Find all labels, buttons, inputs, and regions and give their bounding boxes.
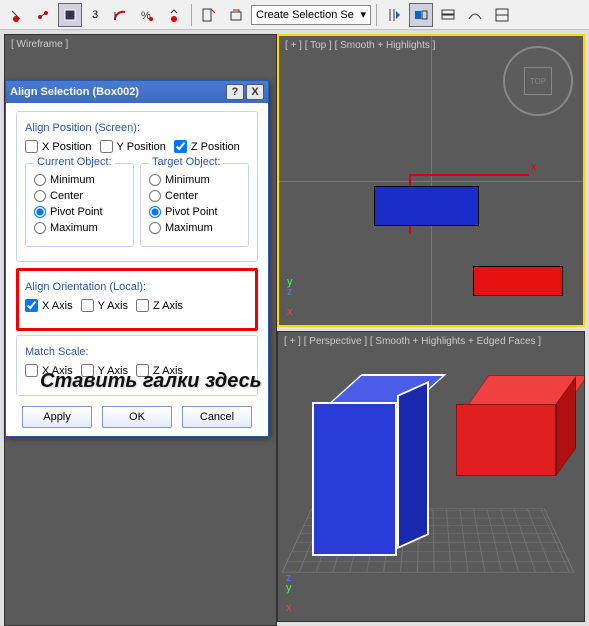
align-position-label: Align Position (Screen): <box>25 122 249 134</box>
viewport-left-label: [ Wireframe ] <box>11 39 68 50</box>
chevron-down-icon: ▾ <box>360 8 366 21</box>
layer-manager-icon[interactable] <box>436 3 460 27</box>
viewport-perspective[interactable]: [ + ] [ Perspective ] [ Smooth + Highlig… <box>277 331 585 622</box>
current-pivot-radio[interactable]: Pivot Point <box>34 206 125 218</box>
viewport-top[interactable]: [ + ] [ Top ] [ Smooth + Highlights ] TO… <box>277 34 585 327</box>
edit-named-selection-icon[interactable] <box>197 3 221 27</box>
close-button[interactable]: X <box>246 84 264 100</box>
z-position-checkbox[interactable]: Z Position <box>174 140 240 153</box>
angle-snap-icon[interactable] <box>108 3 132 27</box>
snap-value: 3 <box>85 9 105 21</box>
mirror-icon[interactable] <box>382 3 406 27</box>
dialog-titlebar[interactable]: Align Selection (Box002) ? X <box>6 81 268 103</box>
toolbar-separator <box>191 4 192 26</box>
align-orientation-label: Align Orientation (Local): <box>25 281 249 293</box>
current-object-legend: Current Object: <box>34 156 115 168</box>
target-center-radio[interactable]: Center <box>149 190 240 202</box>
viewport-top-label: [ + ] [ Top ] [ Smooth + Highlights ] <box>285 40 435 51</box>
orient-x-axis-checkbox[interactable]: X Axis <box>25 299 73 312</box>
snap-edge-icon[interactable] <box>31 3 55 27</box>
x-position-checkbox[interactable]: X Position <box>25 140 92 153</box>
current-maximum-radio[interactable]: Maximum <box>34 222 125 234</box>
object-box-red[interactable] <box>473 266 563 296</box>
main-toolbar: 3 % Create Selection Se ▾ <box>0 0 589 30</box>
y-position-checkbox[interactable]: Y Position <box>100 140 166 153</box>
object-box-blue[interactable] <box>374 186 479 226</box>
orient-z-axis-checkbox[interactable]: Z Axis <box>136 299 183 312</box>
cancel-button[interactable]: Cancel <box>182 406 252 428</box>
percent-snap-icon[interactable]: % <box>135 3 159 27</box>
snap-vertex-icon[interactable] <box>4 3 28 27</box>
schematic-view-icon[interactable] <box>490 3 514 27</box>
toolbar-separator <box>376 4 377 26</box>
curve-editor-icon[interactable] <box>463 3 487 27</box>
match-scale-label: Match Scale: <box>25 346 249 358</box>
align-icon[interactable] <box>409 3 433 27</box>
snap-face-icon[interactable] <box>58 3 82 27</box>
target-minimum-radio[interactable]: Minimum <box>149 174 240 186</box>
viewcube[interactable]: TOP <box>503 46 573 116</box>
target-maximum-radio[interactable]: Maximum <box>149 222 240 234</box>
gizmo-x-label: x <box>531 162 536 173</box>
apply-button[interactable]: Apply <box>22 406 92 428</box>
viewport-persp-label: [ + ] [ Perspective ] [ Smooth + Highlig… <box>284 336 541 347</box>
target-object-legend: Target Object: <box>149 156 223 168</box>
combo-text: Create Selection Se <box>256 9 354 21</box>
help-button[interactable]: ? <box>226 84 244 100</box>
current-minimum-radio[interactable]: Minimum <box>34 174 125 186</box>
orient-y-axis-checkbox[interactable]: Y Axis <box>81 299 128 312</box>
dialog-title: Align Selection (Box002) <box>10 86 224 98</box>
highlight-annotation: Align Orientation (Local): X Axis Y Axis… <box>16 268 258 331</box>
named-selection-icon[interactable] <box>224 3 248 27</box>
spinner-snap-icon[interactable] <box>162 3 186 27</box>
world-axis-icon: z y x <box>286 573 292 613</box>
world-axis-icon: y z x <box>287 277 293 317</box>
viewcube-face[interactable]: TOP <box>524 67 552 95</box>
target-pivot-radio[interactable]: Pivot Point <box>149 206 240 218</box>
selection-set-combo[interactable]: Create Selection Se ▾ <box>251 5 371 25</box>
annotation-text: Ставить галки здесь <box>40 370 262 392</box>
ok-button[interactable]: OK <box>102 406 172 428</box>
current-center-radio[interactable]: Center <box>34 190 125 202</box>
